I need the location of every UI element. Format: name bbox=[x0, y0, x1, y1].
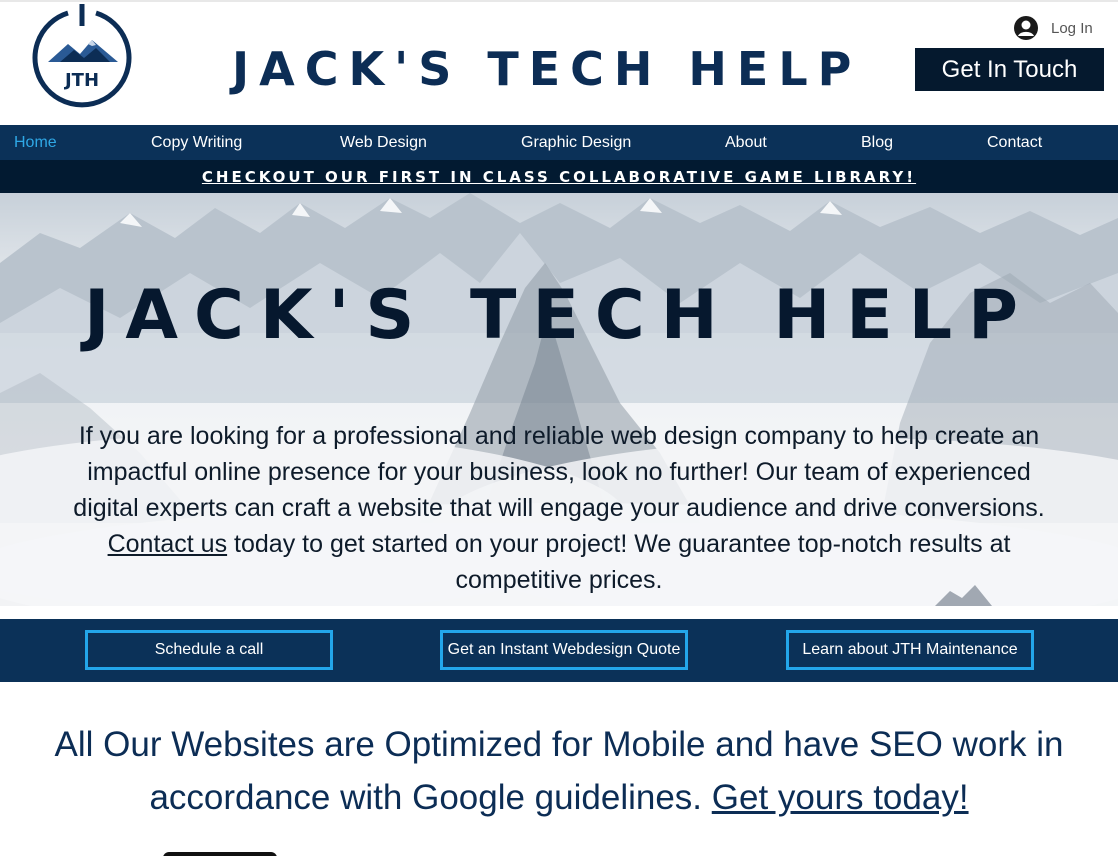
contact-us-link[interactable]: Contact us bbox=[108, 530, 228, 558]
user-avatar-icon bbox=[1014, 16, 1038, 40]
seo-heading: All Our Websites are Optimized for Mobil… bbox=[40, 718, 1078, 824]
hero-section: JACK'S TECH HELP If you are looking for … bbox=[0, 193, 1118, 606]
nav-item-contact[interactable]: Contact bbox=[987, 125, 1042, 160]
logo-icon: JTH bbox=[32, 4, 132, 108]
page: JTH JACK'S TECH HELP Log In Get In Touch… bbox=[0, 0, 1118, 856]
game-library-link[interactable]: CHECKOUT OUR FIRST IN CLASS COLLABORATIV… bbox=[202, 168, 916, 186]
schedule-call-button[interactable]: Schedule a call bbox=[85, 630, 333, 670]
login-label: Log In bbox=[1051, 19, 1093, 37]
nav-item-about[interactable]: About bbox=[725, 125, 767, 160]
nav-item-copy-writing[interactable]: Copy Writing bbox=[151, 125, 242, 160]
partial-button-peek bbox=[163, 852, 277, 856]
logo-text: JTH bbox=[63, 70, 99, 91]
promo-banner: CHECKOUT OUR FIRST IN CLASS COLLABORATIV… bbox=[0, 160, 1118, 193]
login-link[interactable]: Log In bbox=[1013, 14, 1093, 42]
hero-text-end: today to get started on your project! We… bbox=[227, 530, 1011, 594]
get-in-touch-button[interactable]: Get In Touch bbox=[915, 48, 1104, 91]
nav-item-blog[interactable]: Blog bbox=[861, 125, 893, 160]
site-header: JTH JACK'S TECH HELP Log In Get In Touch bbox=[0, 0, 1118, 125]
hero-title: JACK'S TECH HELP bbox=[84, 276, 1034, 355]
site-title: JACK'S TECH HELP bbox=[232, 42, 862, 96]
nav-item-web-design[interactable]: Web Design bbox=[340, 125, 427, 160]
main-nav: Home Copy Writing Web Design Graphic Des… bbox=[0, 125, 1118, 160]
hero-description: If you are looking for a professional an… bbox=[60, 418, 1058, 598]
maintenance-button[interactable]: Learn about JTH Maintenance bbox=[786, 630, 1034, 670]
site-logo[interactable]: JTH bbox=[30, 4, 134, 108]
get-yours-today-link[interactable]: Get yours today! bbox=[712, 778, 969, 817]
action-buttons-bar: Schedule a call Get an Instant Webdesign… bbox=[0, 619, 1118, 682]
hero-text-start: If you are looking for a professional an… bbox=[73, 422, 1045, 522]
webdesign-quote-button[interactable]: Get an Instant Webdesign Quote bbox=[440, 630, 688, 670]
nav-item-graphic-design[interactable]: Graphic Design bbox=[521, 125, 631, 160]
nav-item-home[interactable]: Home bbox=[14, 125, 57, 160]
